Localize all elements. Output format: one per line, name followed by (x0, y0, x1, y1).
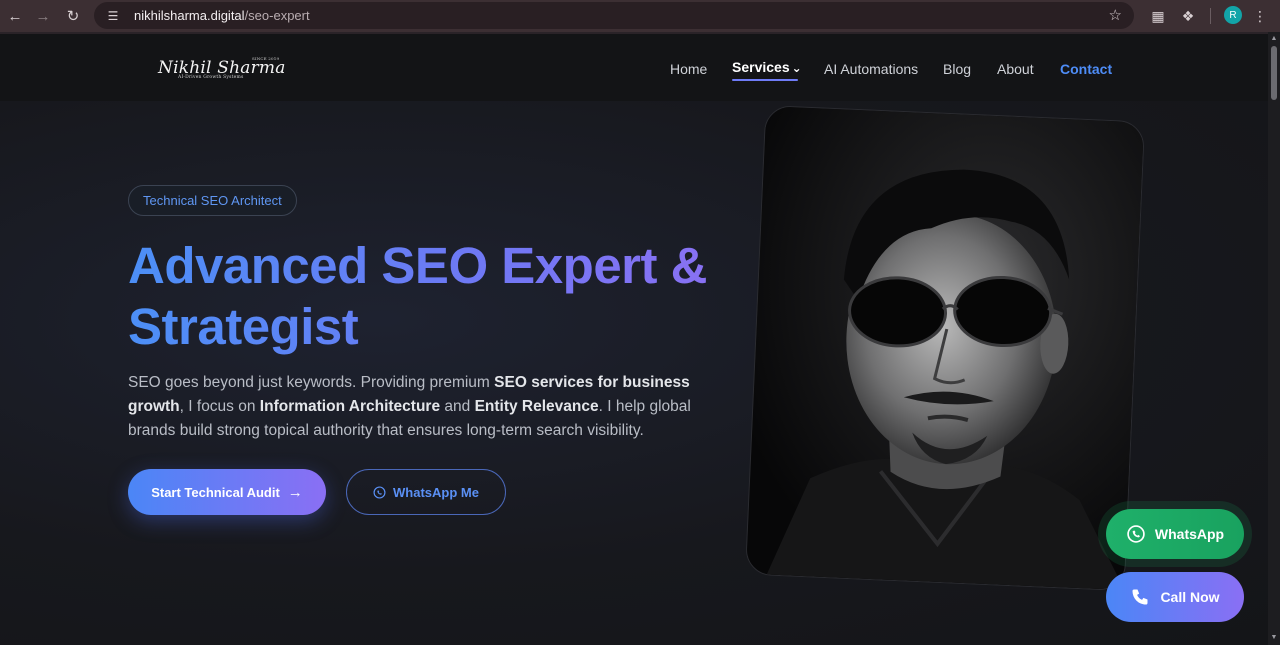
profile-avatar[interactable]: R (1224, 6, 1242, 24)
portrait-illustration (745, 105, 1146, 592)
nav-ai-automations[interactable]: AI Automations (824, 61, 918, 77)
hero-description: SEO goes beyond just keywords. Providing… (128, 374, 691, 439)
browser-toolbar: ← → ↻ ☰ nikhilsharma.digital/seo-expert … (0, 0, 1280, 32)
floating-whatsapp-label: WhatsApp (1154, 526, 1225, 542)
whatsapp-icon (373, 485, 386, 499)
nav-contact[interactable]: Contact (1060, 61, 1112, 77)
address-bar[interactable]: ☰ nikhilsharma.digital/seo-expert ☆ (94, 2, 1134, 29)
bookmark-star-icon[interactable]: ☆ (1109, 6, 1122, 24)
scrollbar-thumb[interactable] (1271, 46, 1277, 100)
whatsapp-me-button[interactable]: WhatsApp Me (346, 469, 506, 515)
whatsapp-icon (1127, 525, 1145, 543)
page-scrollbar[interactable]: ▲ ▼ (1268, 32, 1280, 645)
nav-home[interactable]: Home (670, 61, 707, 77)
site-logo[interactable]: Nikhil Sharma SINCE 2019 AI-Driven Growt… (158, 56, 286, 80)
active-underline (732, 79, 798, 81)
nav-services-label: Services (732, 59, 790, 75)
site-header: Nikhil Sharma SINCE 2019 AI-Driven Growt… (0, 32, 1268, 101)
hero-section: Technical SEO Architect Advanced SEO Exp… (0, 101, 1268, 645)
floating-call-label: Call Now (1160, 589, 1220, 605)
logo-tagline: AI-Driven Growth Systems (178, 75, 244, 80)
hero-badge: Technical SEO Architect (128, 185, 297, 216)
whatsapp-me-label: WhatsApp Me (393, 484, 479, 500)
start-technical-audit-button[interactable]: Start Technical Audit → (128, 469, 326, 515)
forward-arrow-icon[interactable]: → (28, 1, 58, 31)
headline-line-2: Strategist (128, 298, 359, 355)
chevron-down-icon: ⌄ (791, 61, 802, 75)
nav-blog[interactable]: Blog (943, 61, 971, 77)
nav-about[interactable]: About (997, 61, 1034, 77)
arrow-right-icon: → (287, 483, 303, 501)
portrait-photo (744, 104, 1146, 592)
phone-icon (1132, 589, 1148, 605)
scroll-down-arrow-icon[interactable]: ▼ (1270, 634, 1278, 642)
floating-call-now-button[interactable]: Call Now (1106, 572, 1244, 622)
reload-icon[interactable]: ↻ (58, 1, 88, 31)
headline-line-1: Advanced SEO Expert & (128, 237, 708, 294)
nav-services[interactable]: Services ⌄ (732, 59, 802, 81)
url-text[interactable]: nikhilsharma.digital/seo-expert (134, 8, 310, 23)
logo-since: SINCE 2019 (252, 56, 280, 61)
site-settings-icon[interactable]: ☰ (104, 7, 122, 25)
back-arrow-icon[interactable]: ← (0, 1, 30, 31)
menu-kebab-icon[interactable]: ⋮ (1250, 6, 1270, 26)
start-audit-label: Start Technical Audit (151, 484, 280, 500)
hero-headline: Advanced SEO Expert & Strategist (128, 235, 768, 357)
extension-icon[interactable]: ▦ (1148, 6, 1168, 26)
puzzle-extensions-icon[interactable]: ❖ (1178, 6, 1198, 26)
floating-whatsapp-button[interactable]: WhatsApp (1106, 509, 1244, 559)
toolbar-separator (1210, 8, 1211, 24)
scroll-up-arrow-icon[interactable]: ▲ (1270, 35, 1278, 43)
